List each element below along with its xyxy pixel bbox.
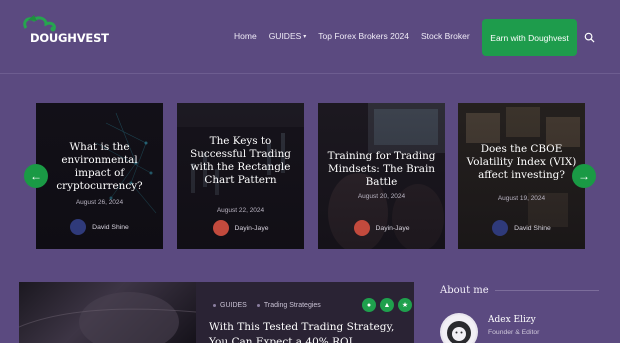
- post-badges: ● ▲ ★: [362, 298, 414, 312]
- author-name: David Shine: [92, 223, 129, 231]
- arrow-right-icon: →: [578, 169, 590, 183]
- post-category[interactable]: GUIDES: [220, 302, 247, 309]
- author-name: Dayin-Jaye: [234, 224, 269, 232]
- slider-next-button[interactable]: →: [572, 164, 596, 188]
- earn-button[interactable]: Earn with Doughvest: [482, 19, 577, 56]
- brand-name: DOUGHVEST: [30, 31, 109, 45]
- card-author[interactable]: Dayin-Jaye: [318, 220, 445, 236]
- avatar: [492, 220, 509, 236]
- main-nav: Home GUIDES ▾ Top Forex Brokers 2024 Sto…: [234, 31, 482, 41]
- site-logo[interactable]: DOUGHVEST: [18, 14, 109, 48]
- nav-top-forex-brokers[interactable]: Top Forex Brokers 2024: [318, 31, 409, 41]
- post-card[interactable]: What is the environmental impact of cryp…: [36, 103, 163, 249]
- featured-post[interactable]: GUIDES Trading Strategies ● ▲ ★ With Thi…: [19, 282, 414, 343]
- bullet: [256, 304, 260, 307]
- card-date: August 22, 2024: [216, 207, 265, 214]
- lion-logo-icon: [442, 315, 476, 343]
- chevron-down-icon: ▾: [303, 33, 307, 40]
- card-title[interactable]: What is the environmental impact of cryp…: [42, 141, 157, 193]
- featured-image-art: [19, 292, 197, 343]
- divider: [495, 290, 599, 291]
- nav-home[interactable]: Home: [234, 31, 257, 41]
- author-name: Dayin-Jaye: [375, 224, 410, 232]
- card-date: August 26, 2024: [75, 199, 124, 206]
- author-role: Founder & Editor: [488, 329, 540, 336]
- avatar: [212, 220, 229, 236]
- post-card[interactable]: Training for Trading Mindsets: The Brain…: [318, 103, 445, 249]
- card-author[interactable]: Dayin-Jaye: [177, 220, 304, 236]
- featured-body: GUIDES Trading Strategies ● ▲ ★ With Thi…: [196, 282, 414, 343]
- card-author[interactable]: David Shine: [36, 219, 163, 235]
- avatar: [70, 219, 87, 235]
- card-date: August 20, 2024: [357, 193, 406, 200]
- avatar: [440, 313, 478, 343]
- featured-title-line: With This Tested Trading Strategy,: [209, 321, 395, 333]
- post-card[interactable]: The Keys to Successful Trading with the …: [177, 103, 304, 249]
- post-card[interactable]: Does the CBOE Volatility Index (VIX) aff…: [458, 103, 585, 249]
- star-icon[interactable]: ★: [398, 298, 412, 312]
- nav-guides[interactable]: GUIDES ▾: [269, 31, 307, 41]
- card-title[interactable]: Training for Trading Mindsets: The Brain…: [324, 150, 439, 189]
- flame-icon[interactable]: ▲: [380, 298, 394, 312]
- card-title[interactable]: Does the CBOE Volatility Index (VIX) aff…: [464, 143, 579, 182]
- featured-image: [19, 282, 197, 343]
- card-title[interactable]: The Keys to Successful Trading with the …: [183, 135, 298, 187]
- bullet: [213, 304, 216, 307]
- card-date: August 19, 2024: [497, 195, 546, 202]
- featured-title-line: You Can Expect a 40% ROI: [209, 336, 353, 343]
- author-name: David Shine: [514, 224, 551, 232]
- nav-guides-label: GUIDES: [268, 31, 302, 41]
- post-meta: GUIDES Trading Strategies: [209, 302, 321, 309]
- card-author[interactable]: David Shine: [458, 220, 585, 236]
- comment-icon[interactable]: ●: [362, 298, 376, 312]
- author-name[interactable]: Adex Elizy: [488, 315, 536, 325]
- about-heading: About me: [440, 285, 489, 296]
- site-header: DOUGHVEST Home GUIDES ▾ Top Forex Broker…: [0, 0, 620, 74]
- featured-title[interactable]: With This Tested Trading Strategy, You C…: [209, 320, 409, 343]
- avatar: [353, 220, 370, 236]
- nav-stock-broker[interactable]: Stock Broker: [421, 31, 470, 41]
- arrow-left-icon: ←: [30, 169, 42, 183]
- search-icon[interactable]: [584, 32, 595, 43]
- post-tag[interactable]: Trading Strategies: [264, 302, 321, 309]
- slider-prev-button[interactable]: ←: [24, 164, 48, 188]
